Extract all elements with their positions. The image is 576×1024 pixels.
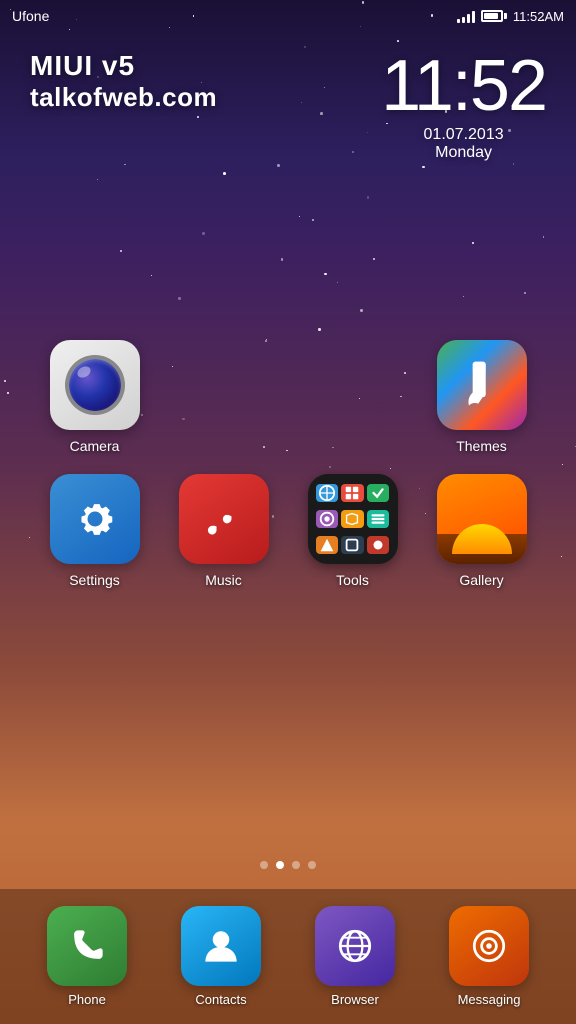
- tool-icon-8: [343, 536, 361, 554]
- tool-cell-9: [367, 536, 390, 554]
- phone-svg: [64, 923, 110, 969]
- signal-bar-1: [457, 19, 460, 23]
- themes-icon: [437, 340, 527, 430]
- contacts-svg: [198, 923, 244, 969]
- contacts-icon: [181, 906, 261, 986]
- status-bar: Ufone 11:52AM: [0, 0, 576, 32]
- clock-day: Monday: [381, 144, 546, 162]
- browser-label: Browser: [331, 992, 379, 1007]
- tool-icon-1: [318, 484, 336, 502]
- signal-bar-3: [467, 14, 470, 23]
- camera-label: Camera: [70, 438, 120, 454]
- carrier-text: Ufone: [12, 8, 49, 24]
- settings-label: Settings: [69, 572, 120, 588]
- tool-icon-2: [343, 484, 361, 502]
- contacts-label: Contacts: [195, 992, 246, 1007]
- page-dot-2[interactable]: [276, 861, 284, 869]
- settings-icon: [50, 474, 140, 564]
- dock-item-contacts[interactable]: Contacts: [181, 906, 261, 1007]
- tool-icon-5: [343, 510, 361, 528]
- tool-icon-3: [369, 484, 387, 502]
- gallery-label: Gallery: [459, 572, 503, 588]
- dock: Phone Contacts Browser: [0, 889, 576, 1024]
- brand-line2: talkofweb.com: [30, 82, 217, 113]
- tool-cell-2: [341, 484, 364, 502]
- tool-icon-4: [318, 510, 336, 528]
- tool-cell-5: [341, 510, 364, 528]
- tool-cell-6: [367, 510, 390, 528]
- battery-icon: [481, 10, 507, 22]
- messaging-label: Messaging: [458, 992, 521, 1007]
- gallery-sun: [452, 524, 512, 554]
- tool-cell-4: [316, 510, 339, 528]
- app-grid: Camera Themes Settings Music: [0, 340, 576, 588]
- messaging-svg: [466, 923, 512, 969]
- brand-line1: MIUI v5: [30, 50, 217, 82]
- camera-lens: [69, 359, 121, 411]
- header-info: MIUI v5 talkofweb.com 11:52 01.07.2013 M…: [0, 50, 576, 162]
- themes-label: Themes: [456, 438, 507, 454]
- app-item-settings[interactable]: Settings: [30, 474, 159, 588]
- tool-cell-1: [316, 484, 339, 502]
- clock-status: 11:52AM: [513, 9, 564, 24]
- status-right: 11:52AM: [457, 9, 564, 24]
- dock-item-phone[interactable]: Phone: [47, 906, 127, 1007]
- tools-icon: [308, 474, 398, 564]
- battery-body: [481, 10, 503, 22]
- tool-cell-7: [316, 536, 339, 554]
- app-item-music[interactable]: Music: [159, 474, 288, 588]
- music-label: Music: [205, 572, 242, 588]
- browser-svg: [332, 923, 378, 969]
- signal-bar-4: [472, 11, 475, 23]
- battery-tip: [504, 13, 507, 19]
- tool-icon-7: [318, 536, 336, 554]
- page-dot-4[interactable]: [308, 861, 316, 869]
- signal-bars-icon: [457, 9, 475, 23]
- clock-time: 11:52: [381, 50, 546, 122]
- camera-icon: [50, 340, 140, 430]
- app-item-themes[interactable]: Themes: [417, 340, 546, 454]
- gear-svg: [67, 491, 123, 547]
- clock-date: 01.07.2013: [381, 126, 546, 144]
- dock-item-messaging[interactable]: Messaging: [449, 906, 529, 1007]
- branding: MIUI v5 talkofweb.com: [30, 50, 217, 113]
- page-dots: [0, 861, 576, 869]
- battery-fill: [484, 13, 498, 19]
- phone-icon: [47, 906, 127, 986]
- tool-icon-6: [369, 510, 387, 528]
- tool-cell-3: [367, 484, 390, 502]
- page-dot-1[interactable]: [260, 861, 268, 869]
- messaging-icon: [449, 906, 529, 986]
- clock-area: 11:52 01.07.2013 Monday: [381, 50, 546, 162]
- tool-icon-9: [369, 536, 387, 554]
- browser-icon: [315, 906, 395, 986]
- music-icon: [179, 474, 269, 564]
- tool-cell-8: [341, 536, 364, 554]
- music-note-svg: [196, 491, 252, 547]
- app-item-camera[interactable]: Camera: [30, 340, 159, 454]
- phone-label: Phone: [68, 992, 106, 1007]
- empty-slot-2: [288, 340, 417, 454]
- themes-brush-svg: [454, 357, 510, 413]
- tools-label: Tools: [336, 572, 369, 588]
- page-dot-3[interactable]: [292, 861, 300, 869]
- dock-item-browser[interactable]: Browser: [315, 906, 395, 1007]
- app-item-gallery[interactable]: Gallery: [417, 474, 546, 588]
- app-item-tools[interactable]: Tools: [288, 474, 417, 588]
- empty-slot-1: [159, 340, 288, 454]
- gallery-icon: [437, 474, 527, 564]
- signal-bar-2: [462, 17, 465, 23]
